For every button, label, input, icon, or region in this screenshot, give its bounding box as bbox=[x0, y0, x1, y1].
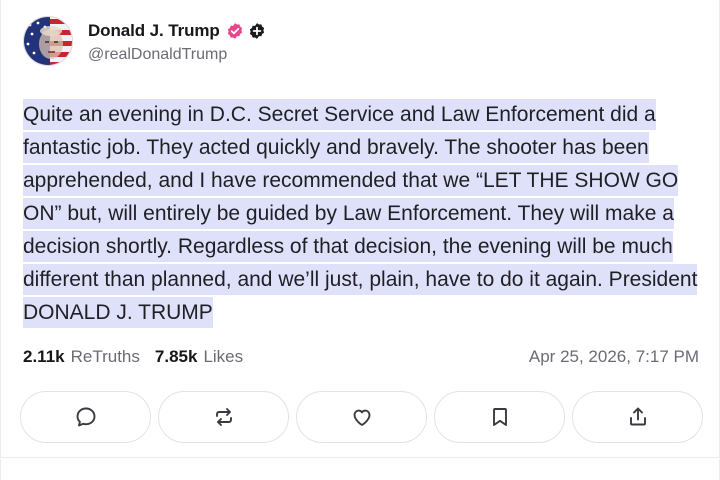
post-header: Donald J. Trump @realDonaldTrump bbox=[23, 15, 266, 67]
post-stats: 2.11k ReTruths 7.85k Likes Apr 25, 2026,… bbox=[23, 345, 699, 369]
plus-badge-icon bbox=[248, 22, 266, 40]
likes-count[interactable]: 7.85k bbox=[155, 347, 198, 367]
flag-portrait-avatar-icon bbox=[24, 17, 72, 65]
avatar[interactable] bbox=[23, 16, 73, 66]
author-identity: Donald J. Trump @realDonaldTrump bbox=[88, 19, 266, 64]
reply-button[interactable] bbox=[20, 391, 151, 443]
name-row: Donald J. Trump bbox=[88, 19, 266, 43]
likes-label[interactable]: Likes bbox=[203, 347, 243, 367]
bookmark-button[interactable] bbox=[434, 391, 565, 443]
author-handle[interactable]: @realDonaldTrump bbox=[88, 46, 266, 64]
retruth-button[interactable] bbox=[158, 391, 289, 443]
verified-badge-icon bbox=[226, 22, 244, 40]
bookmark-icon bbox=[492, 408, 507, 426]
repost-arrows-icon bbox=[215, 408, 232, 426]
comment-bubble-icon bbox=[76, 407, 95, 427]
post-timestamp[interactable]: Apr 25, 2026, 7:17 PM bbox=[529, 347, 699, 367]
retruths-count[interactable]: 2.11k bbox=[23, 347, 65, 367]
retruths-label[interactable]: ReTruths bbox=[71, 347, 140, 367]
action-bar bbox=[20, 391, 703, 443]
like-button[interactable] bbox=[296, 391, 427, 443]
heart-icon bbox=[353, 409, 370, 426]
post-body: Quite an evening in D.C. Secret Service … bbox=[23, 98, 703, 329]
post-text: Quite an evening in D.C. Secret Service … bbox=[23, 99, 698, 328]
share-upload-icon bbox=[629, 407, 646, 426]
author-display-name[interactable]: Donald J. Trump bbox=[88, 21, 220, 41]
share-button[interactable] bbox=[572, 391, 703, 443]
next-post-edge bbox=[0, 459, 720, 480]
post-card: Donald J. Trump @realDonaldTrump Quite a… bbox=[0, 0, 720, 458]
